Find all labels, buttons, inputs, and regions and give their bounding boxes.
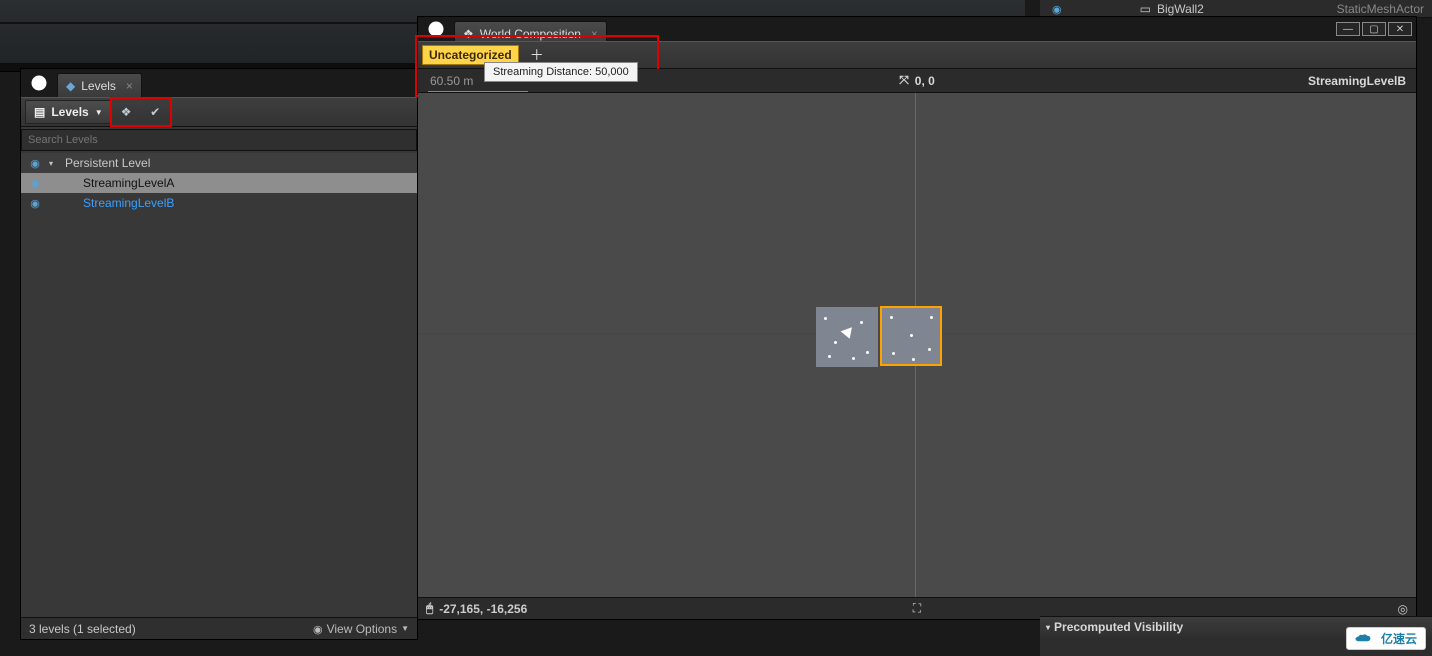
tab-label: World Composition [480,27,581,41]
highlight-toolbar: ❖ ✔ [110,97,172,127]
ue-logo-icon [21,69,57,97]
section-title: Precomputed Visibility [1054,620,1183,634]
level-row-streaming-b[interactable]: StreamingLevelB [21,193,417,213]
levels-status: 3 levels (1 selected) [29,622,136,636]
levels-tabbar: ◆ Levels × [21,69,417,97]
tab-levels[interactable]: ◆ Levels × [57,73,142,97]
wc-titlebar[interactable]: ❖ World Composition × — ▢ ✕ [418,17,1416,41]
wc-canvas[interactable] [418,93,1416,599]
origin-icon: ⤧ [899,73,909,88]
levels-footer: 3 levels (1 selected) View Options ▼ [21,617,417,639]
levels-dropdown[interactable]: ▤ Levels ▼ [25,100,112,124]
view-options-label: View Options [327,622,397,636]
levels-panel: ◆ Levels × ▤ Levels ▼ ❖ ✔ ▾ Persistent L… [20,68,418,640]
search-levels[interactable] [21,129,417,151]
actor-name: BigWall2 [1157,2,1204,16]
level-name: StreamingLevelB [83,196,174,210]
level-row-streaming-a[interactable]: StreamingLevelA [21,173,417,193]
window-controls: — ▢ ✕ [1336,22,1416,36]
search-input[interactable] [21,129,417,151]
scale-line [428,91,528,92]
world-origin[interactable]: ⤧ 0, 0 [899,73,935,88]
origin-value: 0, 0 [915,74,935,88]
outliner-actor[interactable]: ▭ BigWall2 [1140,2,1204,16]
watermark: 亿速云 [1346,627,1426,650]
maximize-button[interactable]: ▢ [1362,22,1386,36]
summon-world-comp-button[interactable]: ❖ [115,101,137,123]
view-options-dropdown[interactable]: View Options ▼ [313,622,409,636]
wc-layer-bar: Uncategorized ＋ Streaming Distance: 50,0… [418,41,1416,69]
chevron-down-icon: ▼ [401,624,409,633]
tab-label: Levels [81,79,116,93]
actor-type: StaticMeshActor [1337,2,1424,16]
eye-icon[interactable] [27,156,43,170]
level-tile-b-selected[interactable] [880,306,942,366]
scale-value: 60.50 m [418,74,473,88]
tooltip: Streaming Distance: 50,000 [484,62,638,82]
fit-selection-button[interactable]: ⛶ [913,601,921,616]
current-level-label: StreamingLevelB [1308,74,1406,88]
level-name: Persistent Level [65,156,150,170]
chevron-down-icon: ▼ [95,108,103,117]
level-row-persistent[interactable]: ▾ Persistent Level [21,153,417,173]
level-name: StreamingLevelA [83,176,174,190]
close-icon[interactable]: × [591,27,598,41]
world-composition-window: ❖ World Composition × — ▢ ✕ Uncategorize… [417,16,1417,620]
eye-icon [313,622,323,636]
mouse-coords: 🖱 -27,165, -16,256 [426,601,527,616]
levels-dd-label: Levels [51,105,88,119]
mouse-icon: 🖱 [426,601,433,616]
level-tile-a[interactable] [816,307,878,367]
level-details-button[interactable]: ✔ [144,101,166,123]
close-button[interactable]: ✕ [1388,22,1412,36]
expand-icon[interactable]: ▾ [49,159,59,168]
layer-label: Uncategorized [429,48,512,62]
minimize-button[interactable]: — [1336,22,1360,36]
mouse-coords-value: -27,165, -16,256 [439,602,527,616]
mesh-icon: ▭ [1140,2,1151,16]
eye-icon[interactable] [27,196,43,210]
levels-icon: ◆ [66,79,75,93]
watermark-text: 亿速云 [1381,630,1417,647]
eye-icon[interactable] [1052,2,1062,16]
expand-icon[interactable]: ▾ [1046,623,1050,632]
close-icon[interactable]: × [126,79,133,93]
levels-toolbar: ▤ Levels ▼ ❖ ✔ [21,97,417,127]
levels-dd-icon: ▤ [34,105,45,119]
ue-logo-icon [418,17,454,41]
eye-icon[interactable] [27,176,43,190]
world-icon: ❖ [463,27,474,41]
fit-all-button[interactable]: ◎ [1398,602,1408,616]
